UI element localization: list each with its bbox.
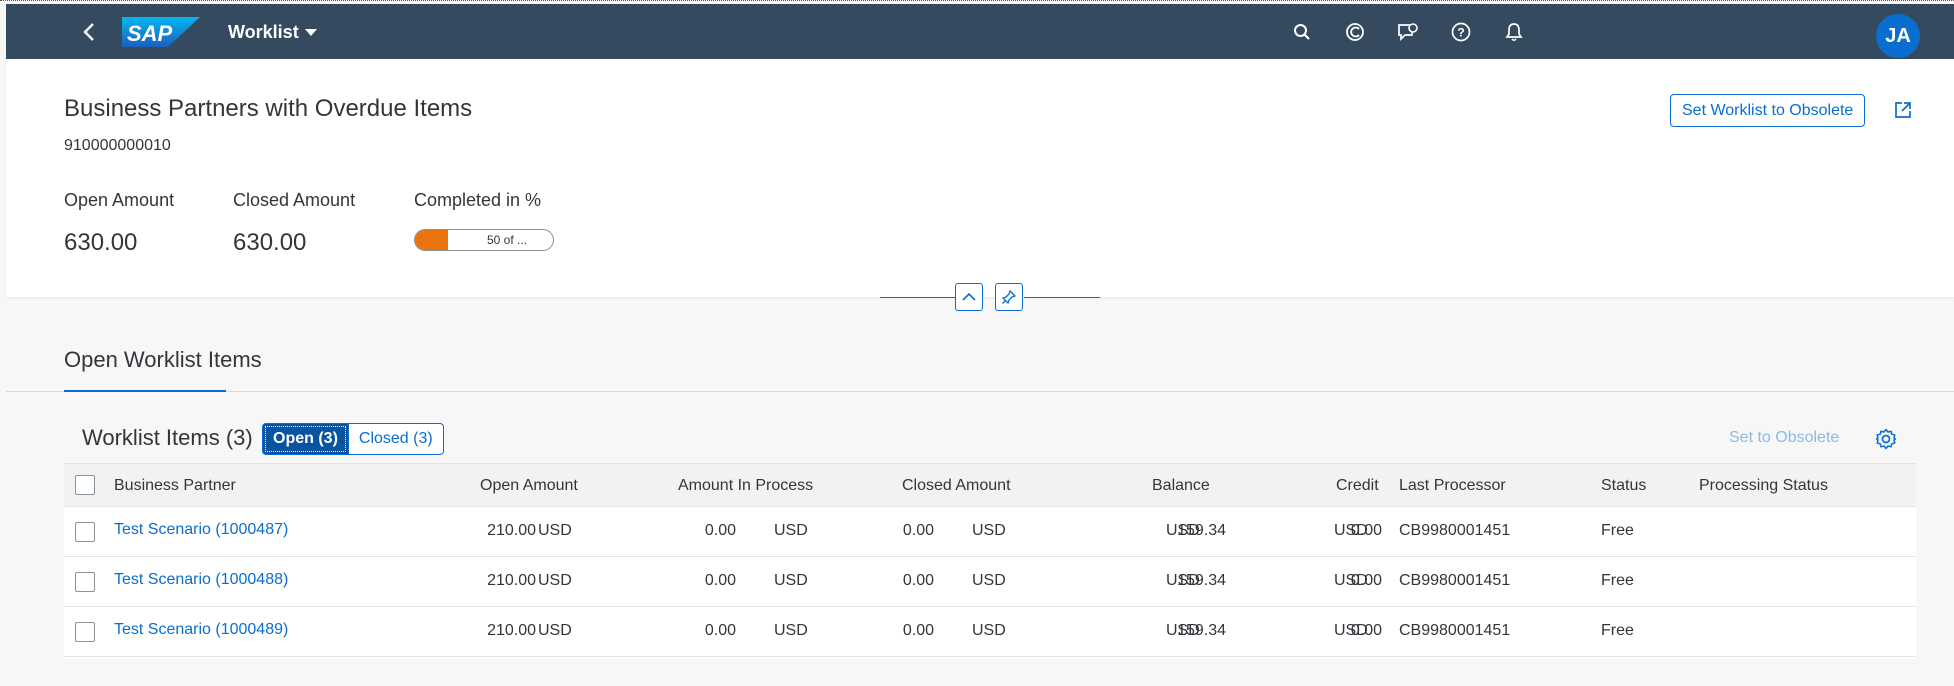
last-processor: CB9980001451 [1399, 572, 1511, 589]
progress-fill [415, 230, 449, 250]
column-header-closed-amount[interactable]: Closed Amount [902, 477, 1011, 495]
header-divider-left [880, 297, 956, 298]
segment-closed[interactable]: Closed (3) [348, 423, 444, 455]
set-to-obsolete-button[interactable]: Set to Obsolete [1729, 429, 1839, 447]
column-header-balance[interactable]: Balance [1152, 477, 1210, 495]
copilot-icon[interactable] [1341, 18, 1369, 46]
notifications-icon[interactable] [1500, 18, 1528, 46]
business-partner-link[interactable]: Test Scenario (1000487) [114, 521, 288, 539]
balance-currency: USD [1166, 572, 1200, 589]
object-header: Business Partners with Overdue Items 910… [6, 59, 1954, 297]
credit-currency: USD [1334, 522, 1368, 539]
svg-text:SAP: SAP [127, 21, 173, 46]
open-amount: 210.00 [487, 622, 536, 639]
closed-amount-currency: USD [972, 622, 1006, 639]
pin-icon [1001, 289, 1017, 305]
user-avatar[interactable]: JA [1876, 14, 1920, 58]
amount-in-process: 0.00 [704, 622, 736, 639]
closed-amount: 0.00 [902, 522, 934, 539]
closed-amount: 0.00 [902, 622, 934, 639]
svg-text:?: ? [1457, 26, 1464, 40]
status: Free [1601, 522, 1634, 539]
help-icon[interactable]: ? [1447, 18, 1475, 46]
pin-header-button[interactable] [995, 283, 1023, 311]
balance-currency: USD [1166, 522, 1200, 539]
header-divider-right [1024, 297, 1100, 298]
open-amount: 210.00 [487, 522, 536, 539]
column-header-status[interactable]: Status [1601, 477, 1646, 495]
completed-label: Completed in % [414, 190, 542, 210]
closed-amount-currency: USD [972, 572, 1006, 589]
column-header-last-processor[interactable]: Last Processor [1399, 477, 1506, 495]
table-title: Worklist Items (3) [82, 425, 253, 450]
open-amount: 210.00 [487, 572, 536, 589]
closed-amount-currency: USD [972, 522, 1006, 539]
credit-currency: USD [1334, 622, 1368, 639]
closed-amount-label: Closed Amount [233, 190, 356, 210]
section-divider [6, 391, 1954, 392]
closed-amount-value: 630.00 [233, 229, 307, 256]
set-worklist-obsolete-button[interactable]: Set Worklist to Obsolete [1670, 94, 1866, 127]
table-row[interactable]: Test Scenario (1000487) 210.00 USD 0.00 … [64, 507, 1916, 557]
back-icon[interactable] [76, 18, 104, 46]
column-header-open-amount[interactable]: Open Amount [480, 477, 578, 495]
caret-down-icon [304, 28, 317, 36]
business-partner-link[interactable]: Test Scenario (1000488) [114, 571, 288, 589]
open-amount-label: Open Amount [64, 190, 175, 210]
share-icon[interactable] [1890, 97, 1916, 123]
amount-in-process-currency: USD [774, 622, 808, 639]
amount-in-process: 0.00 [704, 572, 736, 589]
search-icon[interactable] [1288, 18, 1316, 46]
column-header-business-partner[interactable]: Business Partner [114, 477, 236, 495]
column-header-processing-status[interactable]: Processing Status [1699, 477, 1828, 495]
amount-in-process-currency: USD [774, 522, 808, 539]
status: Free [1601, 572, 1634, 589]
open-amount-currency: USD [538, 622, 572, 639]
column-header-amount-in-process[interactable]: Amount In Process [678, 477, 813, 495]
table-header-row: Business Partner Open Amount Amount In P… [64, 463, 1916, 507]
balance-currency: USD [1166, 622, 1200, 639]
row-checkbox[interactable] [75, 622, 95, 642]
worklist-items-table: Business Partner Open Amount Amount In P… [64, 463, 1916, 659]
column-header-credit[interactable]: Credit [1336, 477, 1379, 495]
last-processor: CB9980001451 [1399, 622, 1511, 639]
select-all-checkbox[interactable] [75, 475, 95, 495]
progress-text: 50 of ... [487, 233, 528, 247]
table-row[interactable]: Test Scenario (1000489) 210.00 USD 0.00 … [64, 607, 1916, 657]
amount-in-process-currency: USD [774, 572, 808, 589]
open-amount-currency: USD [538, 572, 572, 589]
page-subtitle: 910000000010 [64, 137, 171, 154]
tab-selected-indicator [64, 390, 226, 392]
app-title-menu[interactable]: Worklist [228, 22, 317, 43]
app-title: Worklist [228, 22, 299, 42]
shell-bar: SAP Worklist ? JA [6, 4, 1954, 59]
row-checkbox[interactable] [75, 522, 95, 542]
table-row[interactable]: Test Scenario (1000488) 210.00 USD 0.00 … [64, 557, 1916, 607]
open-closed-segmented-button: Open (3) Closed (3) [262, 423, 444, 455]
business-partner-link[interactable]: Test Scenario (1000489) [114, 621, 288, 639]
table-settings-icon[interactable] [1874, 427, 1898, 451]
tab-open-worklist-items[interactable]: Open Worklist Items [64, 347, 262, 373]
open-amount-value: 630.00 [64, 229, 138, 256]
completed-progress: 50 of ... [414, 229, 554, 251]
page-title: Business Partners with Overdue Items [64, 95, 473, 122]
feedback-icon[interactable] [1394, 18, 1422, 46]
last-processor: CB9980001451 [1399, 522, 1511, 539]
closed-amount: 0.00 [902, 572, 934, 589]
amount-in-process: 0.00 [704, 522, 736, 539]
segment-open[interactable]: Open (3) [262, 423, 349, 455]
chevron-up-icon [962, 292, 976, 301]
open-amount-currency: USD [538, 522, 572, 539]
sap-logo[interactable]: SAP [122, 17, 200, 47]
status: Free [1601, 622, 1634, 639]
collapse-header-button[interactable] [955, 283, 983, 311]
row-checkbox[interactable] [75, 572, 95, 592]
credit-currency: USD [1334, 572, 1368, 589]
